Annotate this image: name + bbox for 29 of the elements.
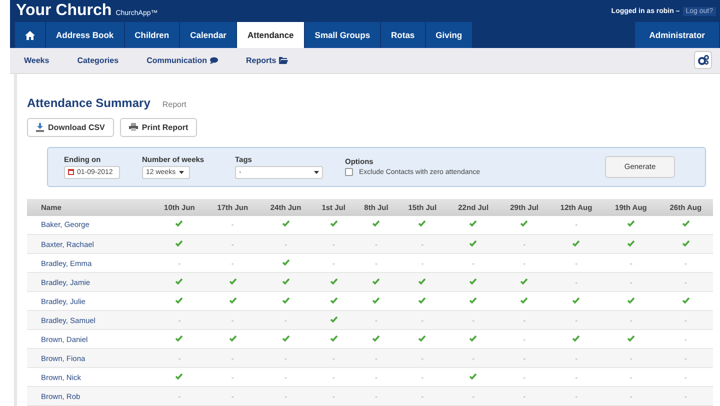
subnav-link[interactable]: Weeks bbox=[24, 56, 50, 65]
caret-icon bbox=[314, 170, 319, 174]
nav-tab[interactable]: Calendar bbox=[180, 22, 238, 48]
folder-icon bbox=[279, 56, 288, 64]
app-title: Your Church bbox=[16, 2, 112, 20]
home-tab[interactable] bbox=[15, 22, 46, 48]
printer-icon bbox=[128, 123, 138, 131]
print-button[interactable]: Print Report bbox=[120, 118, 198, 136]
page-title: Attendance Summary bbox=[27, 96, 150, 110]
subnav-link[interactable]: Reports bbox=[246, 56, 288, 65]
subnav-link[interactable]: Categories bbox=[77, 56, 119, 65]
calendar-icon bbox=[68, 169, 74, 175]
subnav-link[interactable]: Communication bbox=[146, 56, 218, 65]
page-subtitle: Report bbox=[162, 100, 186, 108]
home-icon bbox=[25, 30, 35, 40]
caret-icon bbox=[178, 170, 184, 174]
gears-icon bbox=[698, 55, 708, 66]
nav-tab[interactable]: Small Groups bbox=[304, 22, 382, 48]
download-button[interactable]: Download CSV bbox=[27, 118, 114, 136]
admin-tab[interactable]: Administrator bbox=[635, 22, 720, 48]
nav-tab[interactable]: Rotas bbox=[381, 22, 426, 48]
nav-tab[interactable]: Address Book bbox=[46, 22, 125, 48]
checkbox[interactable] bbox=[345, 168, 353, 176]
nav-tab[interactable]: Children bbox=[124, 22, 180, 48]
download-icon bbox=[36, 122, 44, 132]
chat-icon bbox=[210, 56, 218, 64]
nav-tab[interactable]: Attendance bbox=[237, 22, 305, 48]
nav-tab[interactable]: Giving bbox=[426, 22, 474, 48]
settings-button[interactable] bbox=[694, 51, 712, 70]
